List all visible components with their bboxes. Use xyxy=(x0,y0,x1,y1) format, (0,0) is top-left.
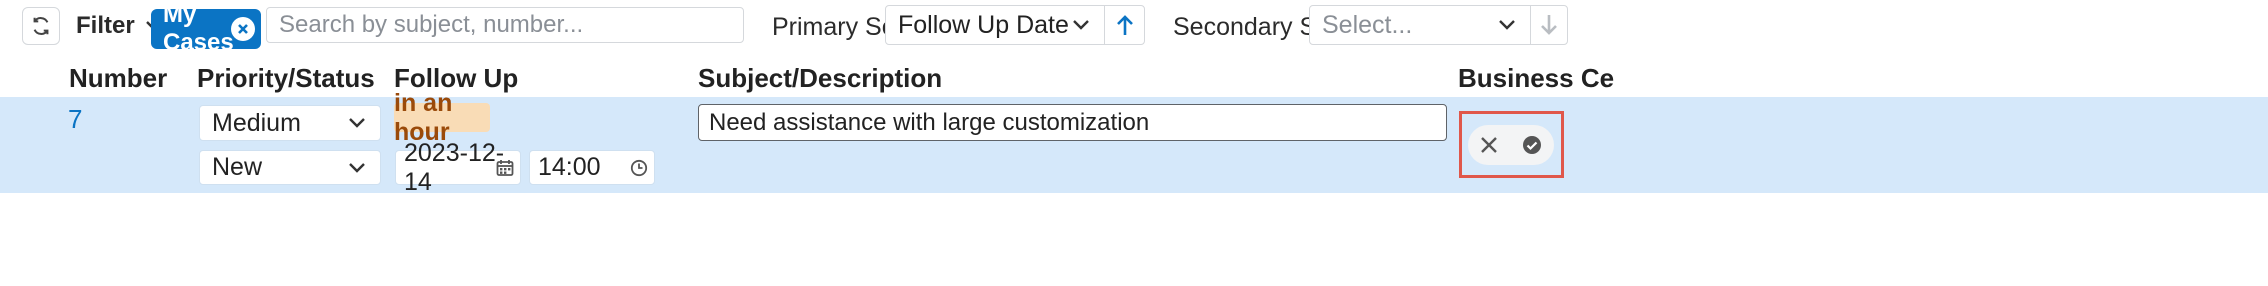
chevron-down-icon xyxy=(1499,20,1515,30)
chevron-down-icon xyxy=(349,118,365,128)
priority-select[interactable]: Medium xyxy=(199,105,381,141)
close-icon xyxy=(238,24,248,34)
secondary-sort-select[interactable]: Select... xyxy=(1309,5,1531,45)
chevron-down-icon xyxy=(349,162,365,173)
primary-sort-direction-button[interactable] xyxy=(1104,5,1145,45)
active-filter-pill[interactable]: My Cases xyxy=(151,1,261,56)
primary-sort-select[interactable]: Follow Up Date xyxy=(885,5,1105,45)
clock-icon[interactable] xyxy=(630,159,648,177)
status-value: New xyxy=(212,153,263,181)
case-number-link[interactable]: 7 xyxy=(68,104,82,135)
follow-up-time-input[interactable]: 14:00 xyxy=(529,150,655,185)
save-button[interactable] xyxy=(1522,135,1542,155)
close-icon xyxy=(1481,137,1497,153)
subject-value: Need assistance with large customization xyxy=(709,108,1150,136)
refresh-button[interactable] xyxy=(22,7,60,45)
cancel-button[interactable] xyxy=(1480,136,1498,154)
follow-up-date-input[interactable]: 2023-12-14 xyxy=(395,139,521,196)
secondary-sort-placeholder: Select... xyxy=(1322,10,1413,39)
filter-dropdown[interactable]: Filter xyxy=(76,8,163,44)
primary-sort-value: Follow Up Date xyxy=(898,10,1069,39)
follow-up-time-value: 14:00 xyxy=(538,153,601,181)
column-header-business-center[interactable]: Business Ce xyxy=(1458,63,1614,94)
search-placeholder: Search by subject, number... xyxy=(279,11,584,38)
refresh-icon xyxy=(33,17,49,35)
follow-up-badge: in an hour xyxy=(394,89,490,146)
arrow-down-icon xyxy=(1541,15,1557,35)
status-select[interactable]: New xyxy=(199,150,381,185)
chevron-down-icon xyxy=(1073,20,1089,30)
check-icon xyxy=(1523,136,1541,154)
calendar-icon[interactable] xyxy=(496,159,514,177)
column-header-subject-description[interactable]: Subject/Description xyxy=(698,63,942,94)
search-input[interactable]: Search by subject, number... xyxy=(266,7,744,43)
remove-filter-button[interactable] xyxy=(231,17,255,41)
priority-value: Medium xyxy=(212,108,301,137)
filter-label: Filter xyxy=(76,12,135,39)
inline-actions xyxy=(1468,125,1554,165)
column-header-number[interactable]: Number xyxy=(69,63,167,94)
arrow-up-icon xyxy=(1116,15,1133,35)
subject-input[interactable]: Need assistance with large customization xyxy=(698,104,1447,141)
column-header-priority-status[interactable]: Priority/Status xyxy=(197,63,375,94)
secondary-sort-direction-button[interactable] xyxy=(1530,5,1568,45)
